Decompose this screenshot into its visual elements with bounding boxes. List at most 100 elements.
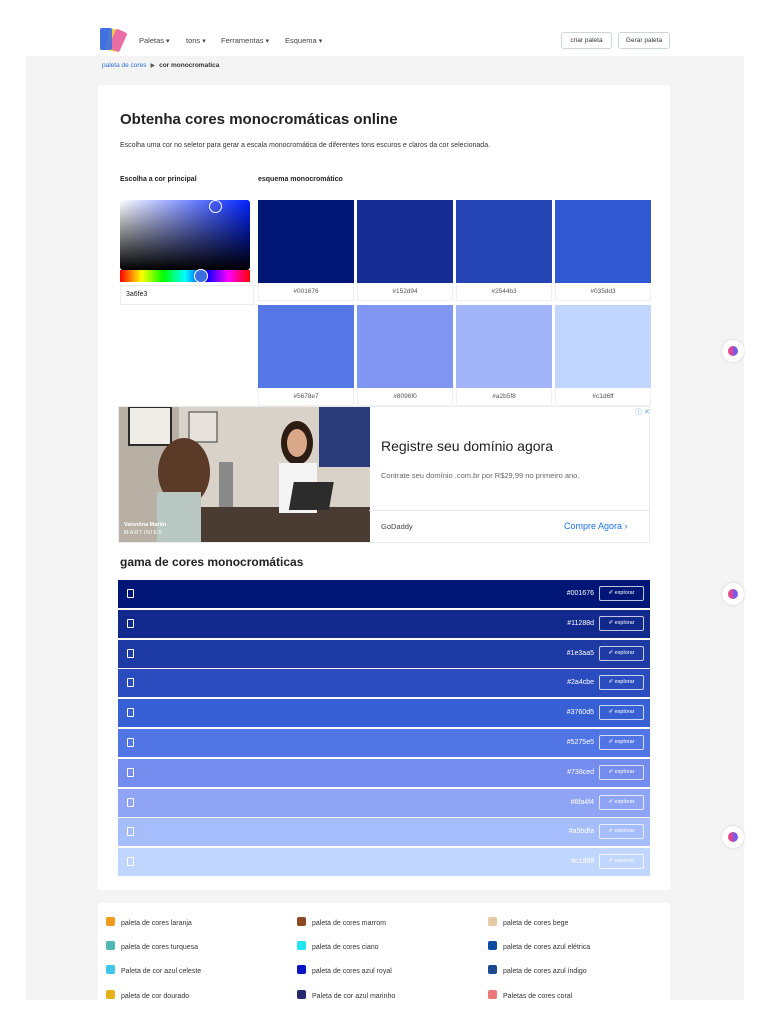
- color-range-row[interactable]: #8fa4f4 ✐ explorar: [118, 788, 650, 817]
- breadcrumb-home-link[interactable]: paleta de cores: [102, 62, 146, 69]
- palette-link[interactable]: paleta de cores marrom: [297, 917, 386, 927]
- palette-link[interactable]: paleta de cores azul índigo: [488, 965, 587, 975]
- color-swatch[interactable]: [555, 200, 651, 283]
- explore-button[interactable]: ✐ explorar: [599, 794, 644, 810]
- hue-slider[interactable]: [120, 270, 250, 282]
- create-palette-button[interactable]: criar paleta: [561, 32, 612, 49]
- explore-button[interactable]: ✐ explorar: [599, 824, 644, 840]
- scheme-label: esquema monocromático: [258, 176, 343, 183]
- side-widget-icon[interactable]: [722, 583, 744, 605]
- hex-input[interactable]: 3a6fe3: [120, 285, 254, 305]
- explore-button[interactable]: ✐ explorar: [599, 705, 644, 721]
- dropper-icon: ✐: [608, 590, 614, 596]
- swatch-hex-label: #8096f0: [357, 388, 453, 406]
- palette-link[interactable]: paleta de cores bege: [488, 917, 568, 927]
- palette-color-dot: [488, 990, 497, 999]
- palette-link[interactable]: paleta de cores azul royal: [297, 965, 392, 975]
- palette-link[interactable]: paleta de cor dourado: [106, 990, 189, 1000]
- copy-icon[interactable]: [127, 678, 134, 688]
- color-range-row[interactable]: #3760d5 ✐ explorar: [118, 699, 650, 728]
- nav-tons[interactable]: tons ▾: [186, 36, 206, 45]
- copy-icon[interactable]: [127, 648, 134, 658]
- breadcrumb-current: cor monocromatica: [159, 62, 220, 69]
- explore-button[interactable]: ✐ explorar: [599, 764, 644, 780]
- palette-link[interactable]: Paleta de cor azul marinho: [297, 990, 395, 1000]
- color-range-row[interactable]: #5275e5 ✐ explorar: [118, 729, 650, 757]
- copy-icon[interactable]: [127, 738, 134, 747]
- chevron-down-icon: ▾: [202, 38, 206, 45]
- color-swatch[interactable]: [357, 200, 453, 283]
- ad-divider: [369, 510, 650, 511]
- ad-photo: Valentina Martin MARTINIES: [119, 407, 370, 542]
- explore-button[interactable]: ✐ explorar: [599, 586, 644, 601]
- hue-handle[interactable]: [194, 269, 208, 283]
- color-swatch[interactable]: [357, 305, 453, 388]
- ad-choices-icon[interactable]: ⓘ ✕: [635, 407, 650, 417]
- color-swatch[interactable]: [258, 305, 354, 388]
- dropper-icon: ✐: [608, 709, 614, 716]
- nav-esquema[interactable]: Esquema ▾: [285, 36, 322, 45]
- dropper-icon: ✐: [608, 798, 614, 805]
- palette-color-dot: [106, 990, 115, 999]
- copy-icon[interactable]: [127, 589, 134, 598]
- explore-button[interactable]: ✐ explorar: [599, 735, 644, 750]
- chevron-down-icon: ▾: [265, 38, 270, 45]
- ad-brand: GoDaddy: [381, 522, 413, 531]
- explore-button[interactable]: ✐ explorar: [599, 675, 644, 691]
- page-description: Escolha uma cor no seletor para gerar a …: [120, 142, 491, 149]
- logo-icon[interactable]: [100, 26, 130, 52]
- explore-button[interactable]: ✐ explorar: [599, 645, 644, 661]
- color-swatch[interactable]: [456, 200, 552, 283]
- palette-color-dot: [297, 917, 306, 926]
- row-hex: #738ced: [567, 768, 594, 776]
- palette-link[interactable]: paleta de cores laranja: [106, 917, 192, 927]
- copy-icon[interactable]: [127, 797, 134, 807]
- row-hex: #11288d: [567, 619, 594, 627]
- copy-icon[interactable]: [127, 618, 134, 628]
- ad-title[interactable]: Registre seu domínio agora: [381, 438, 553, 454]
- row-hex: #c1d6ff: [571, 858, 594, 866]
- color-swatch[interactable]: [456, 305, 552, 388]
- ad-cta-link[interactable]: Compre Agora ›: [564, 521, 628, 531]
- color-range-row[interactable]: #11288d ✐ explorar: [118, 609, 650, 638]
- color-swatch[interactable]: [555, 305, 651, 388]
- side-widget-icon[interactable]: [722, 340, 744, 362]
- page-title: Obtenha cores monocromáticas online: [120, 111, 398, 128]
- row-hex: #a5bdfa: [568, 828, 594, 836]
- copy-icon[interactable]: [127, 708, 134, 718]
- palette-link[interactable]: Paletas de cores coral: [488, 990, 572, 1000]
- dropper-icon: ✐: [608, 828, 614, 835]
- swatch-hex-label: #035dd3: [555, 283, 651, 301]
- color-range-row[interactable]: #2a4cbe ✐ explorar: [118, 669, 650, 698]
- palette-color-dot: [297, 941, 306, 950]
- nav-ferramentas[interactable]: Ferramentas ▾: [221, 36, 269, 45]
- color-swatch[interactable]: [258, 200, 354, 283]
- palette-link[interactable]: paleta de cores ciano: [297, 941, 379, 951]
- dropper-icon: ✐: [608, 619, 614, 626]
- ad-description: Contrate seu domínio .com.br por R$29,99…: [381, 471, 580, 480]
- explore-button[interactable]: ✐ explorar: [599, 854, 644, 870]
- copy-icon[interactable]: [127, 827, 134, 837]
- row-hex: #001676: [566, 590, 594, 597]
- nav-paletas[interactable]: Paletas ▾: [139, 36, 170, 45]
- palette-link[interactable]: Paleta de cor azul celeste: [106, 965, 201, 975]
- color-range-row[interactable]: #1e3aa5 ✐ explorar: [118, 639, 650, 668]
- color-range-row[interactable]: #738ced ✐ explorar: [118, 758, 650, 787]
- palette-link[interactable]: paleta de cores turquesa: [106, 941, 198, 951]
- saturation-picker[interactable]: [120, 200, 250, 270]
- generate-palette-button[interactable]: Gerar paleta: [618, 32, 670, 49]
- explore-button[interactable]: ✐ explorar: [599, 615, 644, 631]
- color-range-row[interactable]: #a5bdfa ✐ explorar: [118, 818, 650, 847]
- range-title: gama de cores monocromáticas: [120, 555, 304, 569]
- copy-icon[interactable]: [127, 857, 134, 867]
- swatch-hex-label: #001676: [258, 283, 354, 301]
- dropper-icon: ✐: [608, 679, 614, 686]
- saturation-handle[interactable]: [209, 200, 222, 213]
- color-range-row[interactable]: #c1d6ff ✐ explorar: [118, 848, 650, 877]
- ad-photo-caption: Valentina Martin: [124, 522, 167, 528]
- copy-icon[interactable]: [127, 767, 134, 777]
- side-widget-icon[interactable]: [722, 826, 744, 848]
- palette-color-dot: [106, 965, 115, 974]
- palette-link[interactable]: paleta de cores azul elétrica: [488, 941, 590, 951]
- color-range-row[interactable]: #001676 ✐ explorar: [118, 580, 650, 608]
